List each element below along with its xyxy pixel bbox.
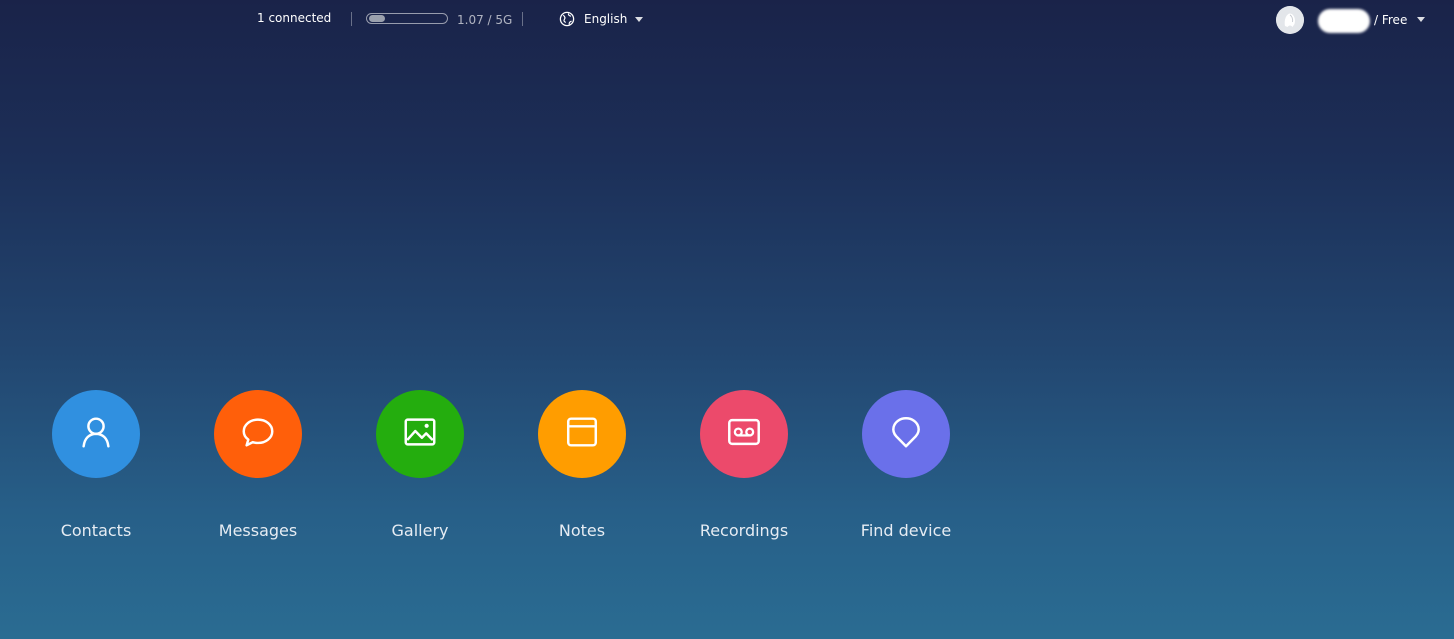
image-icon <box>401 413 439 455</box>
app-label: Messages <box>218 521 298 540</box>
app-contacts[interactable]: Contacts <box>36 390 156 550</box>
app-gallery-circle[interactable] <box>376 390 464 478</box>
storage-usage-bar <box>366 13 448 24</box>
app-contacts-circle[interactable] <box>52 390 140 478</box>
app-gallery[interactable]: Gallery <box>360 390 480 550</box>
storage-usage-text: 1.07 / 5G <box>457 13 513 27</box>
app-recordings-circle[interactable] <box>700 390 788 478</box>
language-selector[interactable]: English <box>559 10 644 28</box>
connected-devices-status: 1 connected <box>257 11 332 25</box>
person-icon <box>77 413 115 455</box>
app-label: Notes <box>558 521 606 540</box>
top-bar: 1 connected 1.07 / 5G English / Free <box>0 0 1454 40</box>
account-plan-label[interactable]: / Free <box>1374 13 1407 27</box>
app-messages-circle[interactable] <box>214 390 302 478</box>
app-messages[interactable]: Messages <box>198 390 318 550</box>
app-label: Contacts <box>60 521 132 540</box>
app-recordings[interactable]: Recordings <box>684 390 804 550</box>
app-label: Gallery <box>391 521 449 540</box>
username-redacted[interactable] <box>1318 9 1370 33</box>
storage-usage-fill <box>369 15 385 22</box>
cassette-icon <box>725 413 763 455</box>
app-find-device-circle[interactable] <box>862 390 950 478</box>
app-notes-circle[interactable] <box>538 390 626 478</box>
avatar[interactable] <box>1276 6 1304 34</box>
chat-bubble-icon <box>239 413 277 455</box>
chevron-down-icon[interactable] <box>1417 17 1425 22</box>
language-label: English <box>584 12 628 26</box>
app-notes[interactable]: Notes <box>522 390 642 550</box>
globe-icon <box>559 11 575 27</box>
location-pin-icon <box>887 413 925 455</box>
app-label: Recordings <box>699 521 789 540</box>
divider <box>351 12 352 26</box>
divider <box>522 12 523 26</box>
note-window-icon <box>563 413 601 455</box>
app-label: Find device <box>860 521 952 540</box>
app-find-device[interactable]: Find device <box>846 390 966 550</box>
chevron-down-icon <box>635 16 644 22</box>
